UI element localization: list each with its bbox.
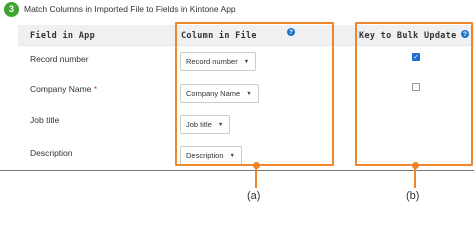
- header-field-in-app: Field in App: [30, 31, 96, 41]
- field-label-company-name: Company Name *: [30, 84, 97, 94]
- required-marker: *: [93, 84, 98, 94]
- highlight-box-b: [355, 22, 473, 166]
- step-title: Match Columns in Imported File to Fields…: [24, 4, 236, 14]
- annotation-label-a: (a): [247, 190, 261, 202]
- field-label-job-title: Job title: [30, 115, 59, 125]
- section-divider: [0, 170, 474, 171]
- field-name: Company Name: [30, 84, 92, 94]
- step-header: 3 Match Columns in Imported File to Fiel…: [4, 0, 236, 18]
- step-number-badge: 3: [4, 1, 19, 17]
- annotation-label-b: (b): [406, 190, 420, 202]
- annotation-line-b: [414, 168, 416, 188]
- field-label-record-number: Record number: [30, 54, 89, 64]
- field-name: Description: [30, 148, 73, 158]
- field-name: Job title: [30, 115, 60, 125]
- annotation-line-a: [255, 168, 257, 188]
- field-label-description: Description: [30, 148, 73, 158]
- highlight-box-a: [175, 22, 334, 166]
- field-name: Record number: [30, 54, 89, 64]
